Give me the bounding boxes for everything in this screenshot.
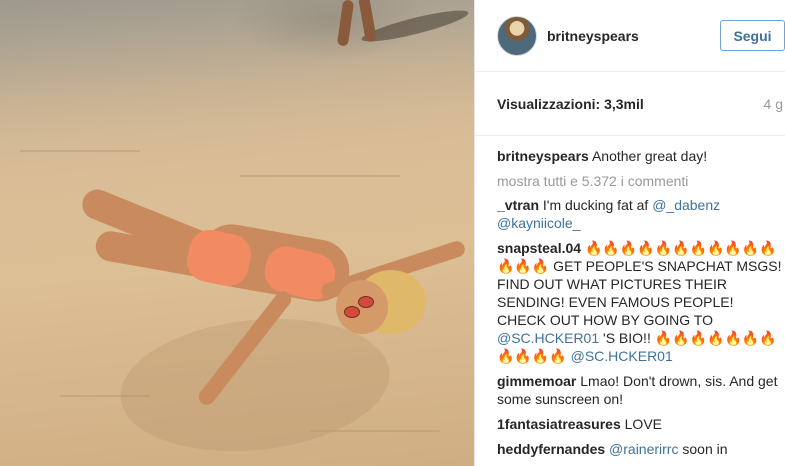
comment-username[interactable]: heddyfernandes — [497, 441, 605, 457]
comment-username[interactable]: 1fantasiatreasures — [497, 416, 621, 432]
mention-link[interactable]: @_dabenz — [652, 197, 720, 213]
show-all-comments-link[interactable]: mostra tutti e 5.372 i commenti — [497, 172, 785, 190]
comment-username[interactable]: snapsteal.04 — [497, 240, 581, 256]
post-side-panel: britneyspears Segui Visualizzazioni: 3,3… — [475, 0, 785, 466]
post-video[interactable] — [0, 0, 474, 466]
mention-link[interactable]: @rainerirrc — [609, 441, 678, 457]
sunglasses — [344, 306, 360, 318]
comment-item: 1fantasiatreasures LOVE — [497, 415, 785, 433]
comment-item: gimmemoar Lmao! Don't drown, sis. And ge… — [497, 372, 785, 408]
comment-username[interactable]: gimmemoar — [497, 373, 576, 389]
comment-item: heddyfernandes @rainerirrc soon in — [497, 440, 785, 458]
mention-link[interactable]: @kayniicole_ — [497, 215, 580, 231]
comment-text: I'm ducking fat af — [542, 197, 653, 213]
sunglasses — [358, 296, 374, 308]
comment-text: soon in — [678, 441, 728, 457]
sand-ripple — [240, 175, 400, 177]
mention-link[interactable]: @SC.HCKER01 — [497, 330, 599, 346]
post-header: britneyspears Segui — [475, 0, 785, 72]
caption-username[interactable]: britneyspears — [497, 148, 589, 164]
author-username[interactable]: britneyspears — [547, 28, 639, 44]
comment-list: britneyspears Another great day! mostra … — [475, 136, 785, 458]
sand-ripple — [20, 150, 140, 152]
post-timestamp[interactable]: 4 g — [764, 96, 785, 112]
caption-text: Another great day! — [591, 148, 708, 164]
comment-username[interactable]: _vtran — [497, 197, 539, 213]
comment-item: snapsteal.04 🔥🔥🔥🔥🔥🔥🔥🔥🔥🔥🔥🔥🔥🔥 GET PEOPLE'S… — [497, 239, 785, 365]
comment-item: _vtran I'm ducking fat af @_dabenz @kayni… — [497, 196, 785, 232]
mention-link[interactable]: @SC.HCKER01 — [571, 348, 673, 364]
comment-text: LOVE — [624, 416, 662, 432]
caption: britneyspears Another great day! — [497, 147, 785, 165]
post-stats: Visualizzazioni: 3,3mil 4 g — [475, 72, 785, 136]
follow-button[interactable]: Segui — [720, 20, 785, 51]
avatar[interactable] — [497, 15, 537, 56]
view-count: Visualizzazioni: 3,3mil — [497, 95, 644, 112]
